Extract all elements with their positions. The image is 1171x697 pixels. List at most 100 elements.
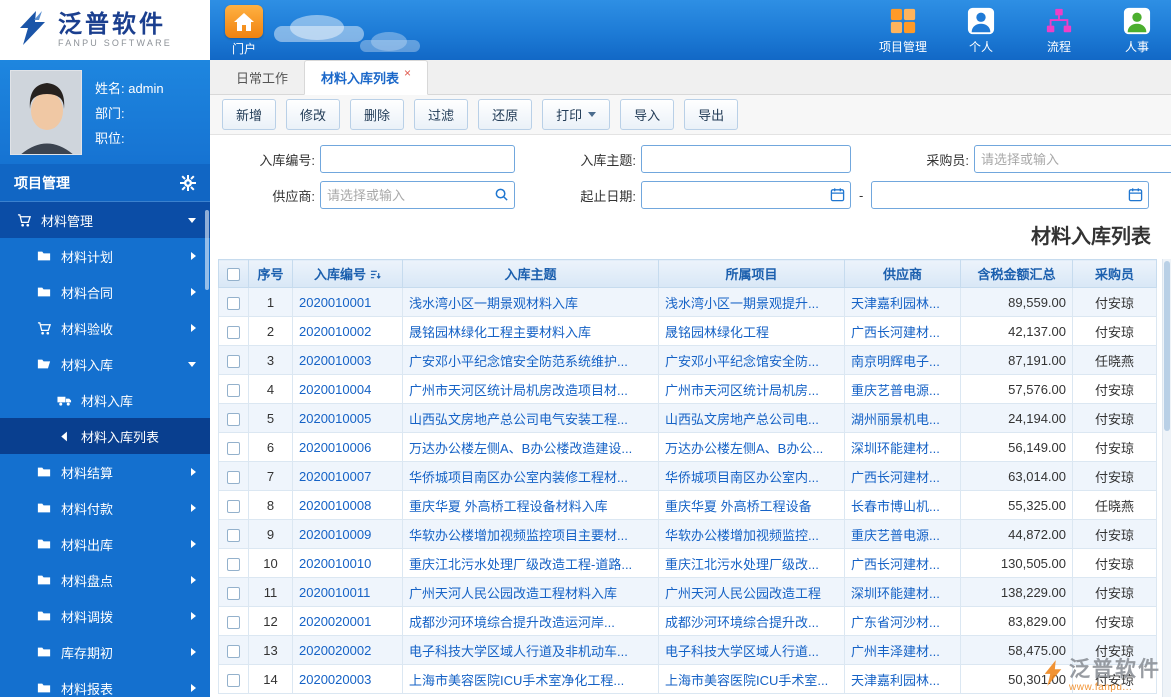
portal-button[interactable]: 门户 bbox=[222, 5, 266, 57]
code-link[interactable]: 2020020002 bbox=[299, 643, 371, 658]
supplier-link[interactable]: 天津嘉利园林... bbox=[851, 296, 940, 311]
sidebar-item-stock-initial[interactable]: 库存期初 bbox=[0, 634, 210, 670]
tab-daily-work[interactable]: 日常工作 bbox=[220, 60, 304, 94]
import-button[interactable]: 导入 bbox=[620, 99, 675, 130]
code-link[interactable]: 2020010007 bbox=[299, 469, 371, 484]
search-icon[interactable] bbox=[494, 187, 509, 202]
row-checkbox[interactable] bbox=[227, 325, 240, 339]
sidebar-item-material-stocktake[interactable]: 材料盘点 bbox=[0, 562, 210, 598]
table-row[interactable]: 7 2020010007 华侨城项目南区办公室内装修工程材... 华侨城项目南区办公室… bbox=[218, 461, 1157, 491]
sidebar-scrollbar-thumb[interactable] bbox=[205, 210, 209, 290]
gear-icon[interactable] bbox=[180, 174, 196, 191]
project-link[interactable]: 重庆华夏 外高桥工程设备 bbox=[665, 499, 812, 514]
sidebar-item-material-inbound-entry[interactable]: 材料入库 bbox=[0, 382, 210, 418]
supplier-link[interactable]: 湖州丽景机电... bbox=[851, 412, 940, 427]
table-row[interactable]: 10 2020010010 重庆江北污水处理厂级改造工程-道路... 重庆江北污水处理… bbox=[218, 548, 1157, 578]
module-title-bar[interactable]: 项目管理 bbox=[0, 164, 210, 202]
code-link[interactable]: 2020010005 bbox=[299, 411, 371, 426]
export-button[interactable]: 导出 bbox=[684, 99, 739, 130]
code-link[interactable]: 2020010009 bbox=[299, 527, 371, 542]
sidebar-item-material-transfer[interactable]: 材料调拨 bbox=[0, 598, 210, 634]
code-link[interactable]: 2020010002 bbox=[299, 324, 371, 339]
vertical-scrollbar[interactable] bbox=[1162, 259, 1171, 697]
row-checkbox[interactable] bbox=[227, 528, 240, 542]
supplier-link[interactable]: 深圳环能建材... bbox=[851, 586, 940, 601]
column-header-buyer[interactable]: 采购员 bbox=[1072, 259, 1157, 288]
subject-link[interactable]: 晟铭园林绿化工程主要材料入库 bbox=[409, 325, 591, 340]
date-from-input[interactable] bbox=[641, 181, 851, 209]
table-row[interactable]: 9 2020010009 华软办公楼增加视频监控项目主要材... 华软办公楼增加视频监… bbox=[218, 519, 1157, 549]
supplier-link[interactable]: 南京明辉电子... bbox=[851, 354, 940, 369]
column-header-subject[interactable]: 入库主题 bbox=[402, 259, 659, 288]
nav-personal[interactable]: 个人 bbox=[955, 5, 1007, 55]
table-row[interactable]: 14 2020020003 上海市美容医院ICU手术室净化工程... 上海市美容医院I… bbox=[218, 664, 1157, 694]
add-button[interactable]: 新增 bbox=[222, 99, 277, 130]
subject-link[interactable]: 浅水湾小区一期景观材料入库 bbox=[409, 296, 578, 311]
code-link[interactable]: 2020020001 bbox=[299, 614, 371, 629]
project-link[interactable]: 广安邓小平纪念馆安全防... bbox=[665, 354, 819, 369]
print-button[interactable]: 打印 bbox=[542, 99, 611, 130]
subject-input[interactable] bbox=[641, 145, 851, 173]
delete-button[interactable]: 删除 bbox=[350, 99, 405, 130]
project-link[interactable]: 成都沙河环境综合提升改... bbox=[665, 615, 819, 630]
close-icon[interactable]: × bbox=[404, 66, 411, 80]
supplier-link[interactable]: 长春市博山机... bbox=[851, 499, 940, 514]
project-link[interactable]: 电子科技大学区域人行道... bbox=[665, 644, 819, 659]
nav-workflow[interactable]: 流程 bbox=[1033, 5, 1085, 55]
code-input[interactable] bbox=[320, 145, 515, 173]
row-checkbox[interactable] bbox=[227, 412, 240, 426]
tab-material-inbound-list[interactable]: 材料入库列表 × bbox=[304, 60, 429, 95]
code-link[interactable]: 2020020003 bbox=[299, 672, 371, 687]
table-row[interactable]: 8 2020010008 重庆华夏 外高桥工程设备材料入库 重庆华夏 外高桥工程设备 长… bbox=[218, 490, 1157, 520]
subject-link[interactable]: 山西弘文房地产总公司电气安装工程... bbox=[409, 412, 628, 427]
code-link[interactable]: 2020010001 bbox=[299, 295, 371, 310]
project-link[interactable]: 山西弘文房地产总公司电... bbox=[665, 412, 819, 427]
sidebar-item-material-outbound[interactable]: 材料出库 bbox=[0, 526, 210, 562]
row-checkbox[interactable] bbox=[227, 383, 240, 397]
row-checkbox[interactable] bbox=[227, 470, 240, 484]
table-row[interactable]: 13 2020020002 电子科技大学区域人行道及非机动车... 电子科技大学区域人… bbox=[218, 635, 1157, 665]
sidebar-item-material-accept[interactable]: 材料验收 bbox=[0, 310, 210, 346]
subject-link[interactable]: 电子科技大学区域人行道及非机动车... bbox=[409, 644, 628, 659]
table-row[interactable]: 12 2020020001 成都沙河环境综合提升改造运河岸... 成都沙河环境综合提升… bbox=[218, 606, 1157, 636]
sidebar-item-material-contract[interactable]: 材料合同 bbox=[0, 274, 210, 310]
subject-link[interactable]: 华软办公楼增加视频监控项目主要材... bbox=[409, 528, 628, 543]
project-link[interactable]: 万达办公楼左侧A、B办公... bbox=[665, 441, 823, 456]
subject-link[interactable]: 广安邓小平纪念馆安全防范系统维护... bbox=[409, 354, 628, 369]
code-link[interactable]: 2020010006 bbox=[299, 440, 371, 455]
subject-link[interactable]: 重庆江北污水处理厂级改造工程-道路... bbox=[409, 557, 632, 572]
nav-project-manage[interactable]: 项目管理 bbox=[877, 5, 929, 55]
project-link[interactable]: 广州天河人民公园改造工程 bbox=[665, 586, 821, 601]
subject-link[interactable]: 成都沙河环境综合提升改造运河岸... bbox=[409, 615, 615, 630]
row-checkbox[interactable] bbox=[227, 586, 240, 600]
code-link[interactable]: 2020010011 bbox=[299, 585, 370, 600]
scrollbar-thumb[interactable] bbox=[1164, 261, 1170, 431]
code-link[interactable]: 2020010003 bbox=[299, 353, 371, 368]
column-header-project[interactable]: 所属项目 bbox=[658, 259, 845, 288]
table-row[interactable]: 2 2020010002 晟铭园林绿化工程主要材料入库 晟铭园林绿化工程 广西长河建材.… bbox=[218, 316, 1157, 346]
project-link[interactable]: 广州市天河区统计局机房... bbox=[665, 383, 819, 398]
supplier-link[interactable]: 天津嘉利园林... bbox=[851, 673, 940, 688]
project-link[interactable]: 华软办公楼增加视频监控... bbox=[665, 528, 819, 543]
sidebar-item-material-payment[interactable]: 材料付款 bbox=[0, 490, 210, 526]
project-link[interactable]: 上海市美容医院ICU手术室... bbox=[665, 673, 828, 688]
subject-link[interactable]: 广州市天河区统计局机房改造项目材... bbox=[409, 383, 628, 398]
project-link[interactable]: 华侨城项目南区办公室内... bbox=[665, 470, 819, 485]
code-link[interactable]: 2020010008 bbox=[299, 498, 371, 513]
column-header-amount[interactable]: 含税金额汇总 bbox=[960, 259, 1073, 288]
code-link[interactable]: 2020010010 bbox=[299, 556, 371, 571]
column-header-no[interactable]: 序号 bbox=[248, 259, 293, 288]
project-link[interactable]: 晟铭园林绿化工程 bbox=[665, 325, 769, 340]
edit-button[interactable]: 修改 bbox=[286, 99, 341, 130]
subject-link[interactable]: 华侨城项目南区办公室内装修工程材... bbox=[409, 470, 628, 485]
restore-button[interactable]: 还原 bbox=[478, 99, 533, 130]
column-header-select[interactable] bbox=[218, 259, 249, 288]
supplier-input[interactable] bbox=[320, 181, 515, 209]
date-to-input[interactable] bbox=[871, 181, 1150, 209]
code-link[interactable]: 2020010004 bbox=[299, 382, 371, 397]
table-row[interactable]: 4 2020010004 广州市天河区统计局机房改造项目材... 广州市天河区统计局机… bbox=[218, 374, 1157, 404]
subject-link[interactable]: 重庆华夏 外高桥工程设备材料入库 bbox=[409, 499, 608, 514]
sidebar-item-material-plan[interactable]: 材料计划 bbox=[0, 238, 210, 274]
sidebar-item-material-manage[interactable]: 材料管理 bbox=[0, 202, 210, 238]
project-link[interactable]: 重庆江北污水处理厂级改... bbox=[665, 557, 819, 572]
